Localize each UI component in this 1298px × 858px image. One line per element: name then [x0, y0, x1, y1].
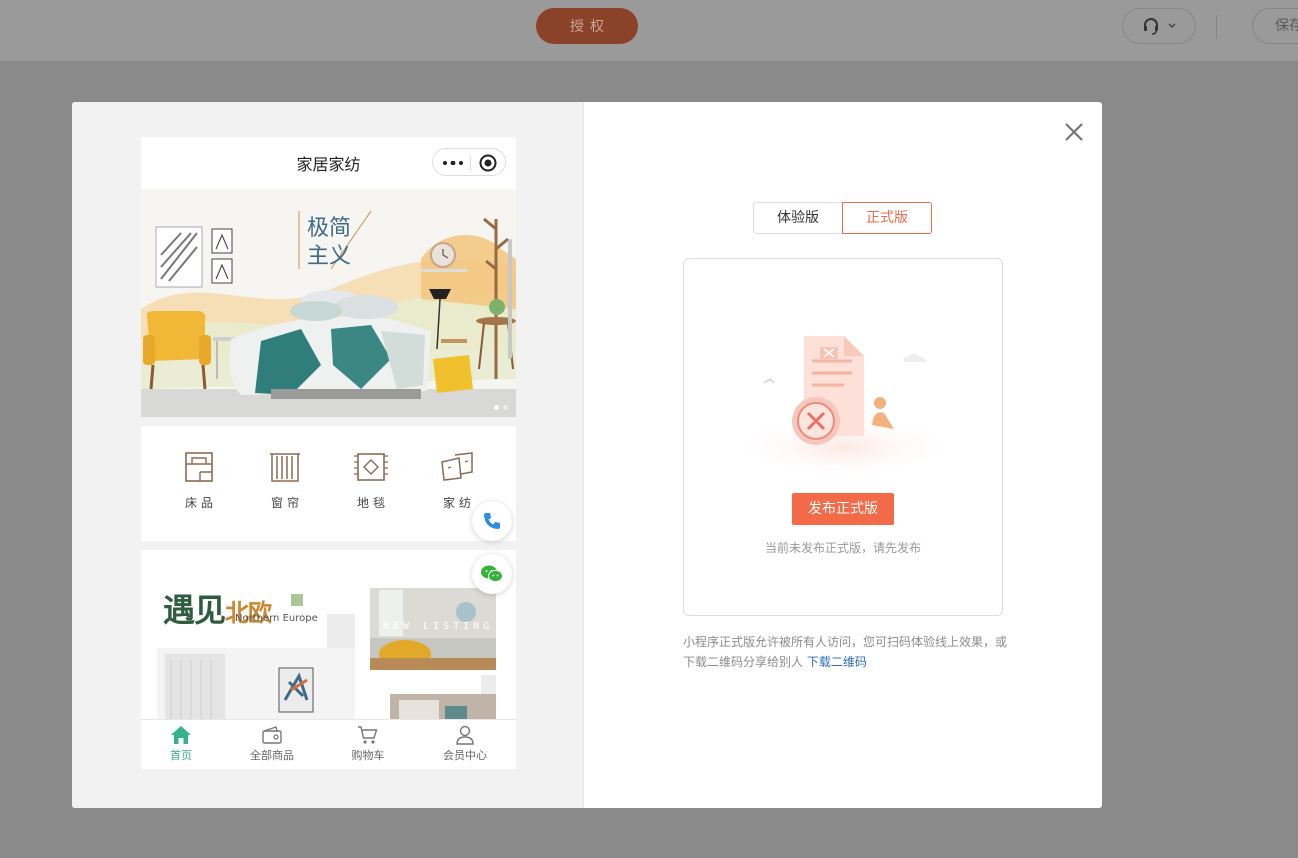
bed-icon	[185, 452, 213, 482]
tab-label: 首页	[170, 749, 192, 762]
category-item-bedding[interactable]: 床品	[159, 450, 239, 511]
pillow-icon	[441, 452, 473, 481]
tab-label: 会员中心	[443, 749, 487, 762]
release-description: 小程序正式版允许被所有人访问，您可扫码体验线上效果，或下载二维码分享给别人 下载…	[683, 635, 1008, 669]
promo-badge: NEW LISTING	[383, 621, 494, 632]
category-label: 窗帘	[270, 496, 303, 510]
user-icon	[456, 725, 474, 745]
release-modal: 家居家纺 极简 主义 床品 窗帘 地毯 家纺 遇见北欧 Northern Eur…	[72, 102, 1102, 808]
tab-all-products[interactable]: 全部商品	[225, 725, 319, 763]
qr-code-panel: 发布正式版 当前未发布正式版，请先发布	[683, 258, 1003, 616]
contact-phone-button[interactable]	[472, 501, 512, 541]
tab-home[interactable]: 首页	[141, 725, 228, 763]
banner-indicator	[494, 405, 508, 410]
tab-member-center[interactable]: 会员中心	[418, 725, 512, 763]
capsule-divider	[470, 156, 471, 170]
banner-dot	[503, 405, 508, 410]
save-button[interactable]: 保存	[1252, 8, 1298, 44]
support-menu-button[interactable]	[1122, 8, 1196, 44]
promo-collage	[157, 588, 496, 720]
version-switch: 体验版 正式版	[753, 202, 933, 234]
cart-icon	[358, 726, 378, 744]
more-dots-icon[interactable]	[443, 161, 463, 165]
category-label: 床品	[184, 496, 217, 510]
contact-wechat-button[interactable]	[472, 554, 512, 594]
toolbar-divider	[1216, 15, 1217, 39]
wechat-icon	[481, 565, 503, 583]
authorize-button[interactable]: 授权	[536, 8, 638, 44]
miniapp-header: 家居家纺	[141, 137, 516, 189]
phone-preview: 家居家纺 极简 主义 床品 窗帘 地毯 家纺 遇见北欧 Northern Eur…	[141, 137, 516, 769]
rug-icon	[354, 453, 388, 481]
tab-official-version[interactable]: 正式版	[842, 202, 932, 234]
miniapp-tabbar: 首页 全部商品 购物车 会员中心	[141, 719, 516, 769]
banner-dot-active	[494, 405, 499, 410]
app-topbar: 授权 保存	[0, 0, 1298, 62]
miniapp-capsule[interactable]	[432, 148, 506, 176]
target-circle-icon[interactable]	[479, 154, 497, 172]
banner-image: 极简 主义	[141, 189, 516, 417]
category-grid: 床品 窗帘 地毯 家纺	[141, 426, 516, 541]
publish-official-button[interactable]: 发布正式版	[792, 493, 894, 525]
tab-trial-version[interactable]: 体验版	[753, 202, 843, 234]
phone-scrollbar[interactable]	[508, 239, 512, 359]
preview-panel: 家居家纺 极简 主义 床品 窗帘 地毯 家纺 遇见北欧 Northern Eur…	[72, 102, 584, 808]
promo-section[interactable]: 遇见北欧 Northern Europe NEW LISTING	[141, 550, 516, 720]
category-item-curtain[interactable]: 窗帘	[245, 450, 325, 511]
section-gap	[141, 541, 516, 550]
category-item-rug[interactable]: 地毯	[331, 450, 411, 511]
tab-cart[interactable]: 购物车	[321, 725, 415, 763]
svg-text:主义: 主义	[307, 244, 351, 269]
home-banner[interactable]: 极简 主义	[141, 189, 516, 417]
category-label: 地毯	[356, 496, 389, 510]
phone-icon	[484, 513, 500, 529]
home-icon	[171, 726, 191, 744]
section-gap	[141, 417, 516, 426]
tab-label: 购物车	[351, 749, 385, 762]
close-icon[interactable]	[1062, 120, 1086, 144]
tab-label: 全部商品	[250, 749, 294, 762]
chevron-down-icon	[1168, 23, 1176, 29]
empty-hint: 当前未发布正式版，请先发布	[764, 541, 921, 555]
headset-icon	[1144, 18, 1158, 35]
curtain-icon	[270, 453, 300, 482]
not-published-illustration	[739, 336, 949, 471]
wallet-icon	[262, 726, 282, 744]
download-qr-link[interactable]: 下载二维码	[807, 655, 867, 669]
svg-text:极简: 极简	[307, 216, 351, 241]
